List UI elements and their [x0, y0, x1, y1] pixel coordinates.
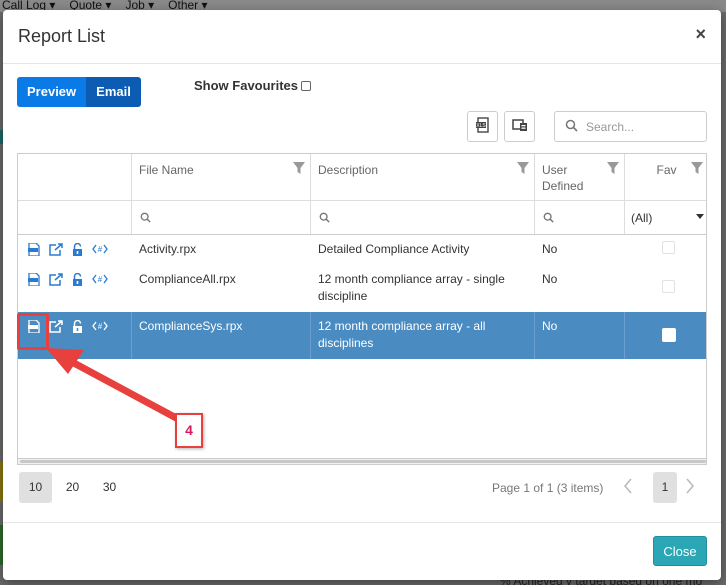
filter-cell-description[interactable]: [311, 201, 535, 234]
open-external-icon[interactable]: [49, 320, 63, 359]
grid-header: File Name Description User Defined Fav: [18, 154, 706, 201]
user-defined-cell: No: [535, 312, 625, 359]
preview-button[interactable]: Preview: [17, 77, 87, 107]
svg-text:#: #: [98, 322, 103, 331]
report-list-modal: Report List × Preview Email Show Favouri…: [3, 10, 721, 580]
report-grid: File Name Description User Defined Fav (…: [17, 153, 707, 459]
description-cell: 12 month compliance array - single disci…: [318, 272, 505, 303]
fav-checkbox[interactable]: [662, 328, 676, 342]
filter-cell-user-defined[interactable]: [535, 201, 625, 234]
close-button[interactable]: Close: [653, 536, 707, 566]
fav-checkbox[interactable]: [662, 241, 675, 254]
next-page-icon[interactable]: [685, 478, 695, 499]
show-favourites-checkbox[interactable]: [301, 80, 312, 91]
pager: 10 20 30 Page 1 of 1 (3 items) 1: [17, 470, 707, 504]
code-tag-icon[interactable]: #: [92, 243, 108, 265]
table-row[interactable]: # Activity.rpx Detailed Compliance Activ…: [18, 235, 706, 265]
column-header-user-defined[interactable]: User Defined: [535, 154, 625, 200]
search-icon: [543, 211, 554, 226]
unlock-icon[interactable]: [72, 243, 83, 265]
search-icon: [140, 211, 151, 226]
export-excel-button[interactable]: XLS: [467, 111, 498, 142]
svg-text:#: #: [98, 275, 103, 284]
horizontal-scrollbar[interactable]: [17, 459, 707, 465]
file-name-cell: Activity.rpx: [139, 242, 197, 256]
column-header-fav[interactable]: Fav: [625, 154, 706, 200]
description-cell: 12 month compliance array - all discipli…: [311, 312, 535, 359]
code-tag-icon[interactable]: #: [92, 320, 108, 359]
pdf-report-icon[interactable]: [28, 273, 40, 312]
search-icon: [565, 119, 578, 135]
column-label: File Name: [139, 163, 194, 177]
fav-filter-select[interactable]: (All): [625, 201, 706, 234]
modal-title: Report List: [18, 26, 106, 46]
current-page-button[interactable]: 1: [653, 472, 677, 503]
page-size-10[interactable]: 10: [19, 472, 52, 503]
search-icon: [319, 211, 330, 226]
file-name-cell: ComplianceAll.rpx: [139, 272, 236, 286]
row-actions: #: [18, 265, 132, 312]
filter-icon[interactable]: [607, 162, 619, 178]
fav-checkbox[interactable]: [662, 280, 675, 293]
filter-row: (All): [18, 201, 706, 235]
file-name-cell: ComplianceSys.rpx: [132, 312, 311, 359]
fav-filter-value: (All): [631, 211, 653, 225]
pdf-report-icon[interactable]: [28, 243, 40, 265]
show-favourites-label: Show Favourites: [194, 78, 299, 93]
column-label: Description: [318, 163, 379, 177]
scrollbar-thumb[interactable]: [20, 460, 706, 463]
code-tag-icon[interactable]: #: [92, 273, 108, 312]
annotation-highlight-box: [17, 313, 49, 350]
modal-header: Report List ×: [3, 10, 721, 64]
column-label: User Defined: [542, 163, 584, 193]
show-favourites-toggle[interactable]: Show Favourites: [194, 78, 312, 93]
column-chooser-button[interactable]: [504, 111, 535, 142]
close-icon[interactable]: ×: [695, 24, 706, 45]
user-defined-cell: No: [542, 242, 558, 256]
column-label: Fav: [656, 163, 677, 177]
page-size-20[interactable]: 20: [56, 472, 89, 503]
page-size-30[interactable]: 30: [93, 472, 126, 503]
column-chooser-icon: [511, 117, 528, 136]
filter-cell-actions: [18, 201, 132, 234]
svg-text:#: #: [98, 245, 103, 254]
svg-text:XLS: XLS: [476, 123, 486, 129]
column-header-file-name[interactable]: File Name: [132, 154, 311, 200]
filter-cell-file-name[interactable]: [132, 201, 311, 234]
modal-footer: [3, 522, 721, 523]
column-header-description[interactable]: Description: [311, 154, 535, 200]
excel-export-icon: XLS: [475, 117, 491, 136]
open-external-icon[interactable]: [49, 243, 63, 265]
output-mode-toggle: Preview Email: [17, 77, 141, 107]
email-button[interactable]: Email: [86, 77, 141, 107]
filter-icon[interactable]: [517, 162, 529, 178]
annotation-step-label: 4: [175, 413, 203, 448]
page-info: Page 1 of 1 (3 items): [492, 481, 604, 495]
actions-header: [18, 154, 132, 200]
search-placeholder: Search...: [586, 119, 635, 134]
table-row[interactable]: # ComplianceAll.rpx 12 month compliance …: [18, 265, 706, 312]
chevron-down-icon: [696, 214, 704, 219]
fav-cell: [625, 235, 706, 265]
description-cell: Detailed Compliance Activity: [318, 242, 470, 256]
unlock-icon[interactable]: [72, 273, 83, 312]
open-external-icon[interactable]: [49, 273, 63, 312]
fav-cell: [625, 312, 706, 359]
unlock-icon[interactable]: [72, 320, 83, 359]
filter-icon[interactable]: [293, 162, 305, 178]
table-row-selected[interactable]: # ComplianceSys.rpx 12 month compliance …: [18, 312, 706, 359]
search-input[interactable]: Search...: [554, 111, 707, 142]
row-actions: #: [18, 235, 132, 265]
filter-icon[interactable]: [691, 162, 703, 178]
prev-page-icon[interactable]: [623, 478, 633, 499]
user-defined-cell: No: [542, 272, 558, 286]
fav-cell: [625, 265, 706, 312]
